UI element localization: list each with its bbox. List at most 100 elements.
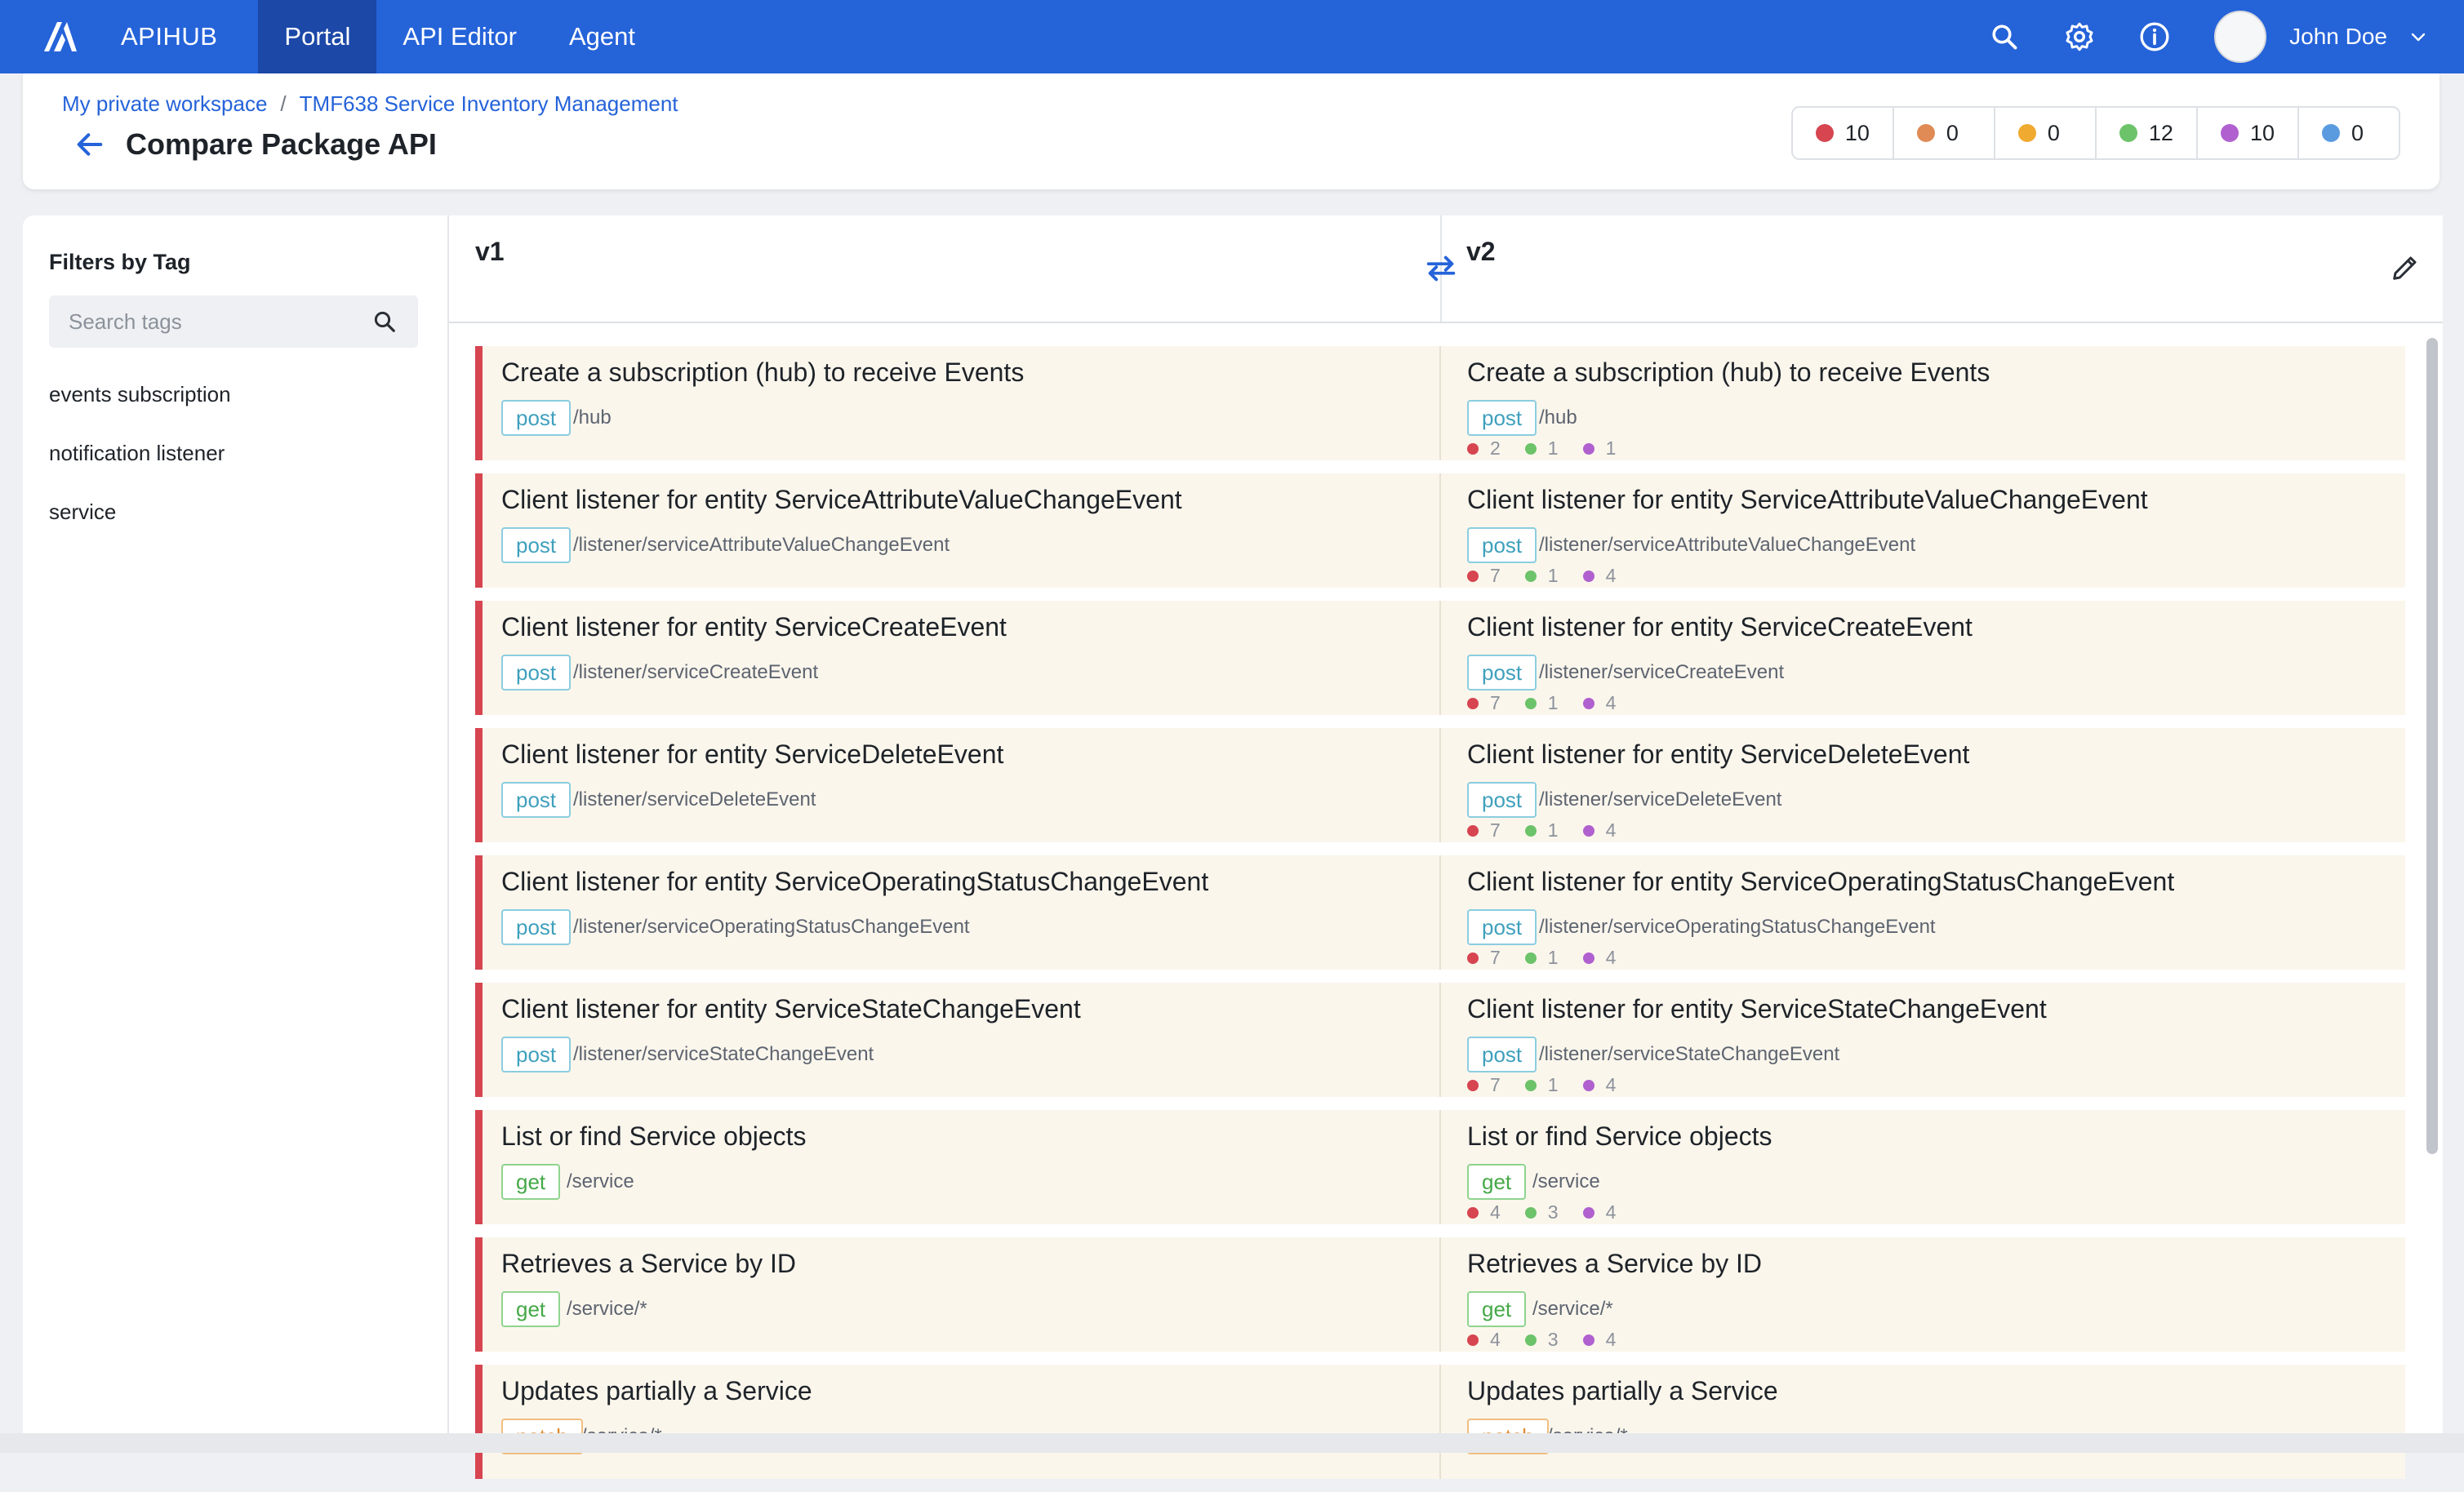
scrollbar-thumb[interactable] (2426, 338, 2438, 1154)
counter-non-breaking[interactable]: 12 (2097, 108, 2198, 158)
counter-annotation[interactable]: 10 (2198, 108, 2299, 158)
counter-value: 0 (1946, 120, 1959, 145)
brand-name[interactable]: APIHUB (121, 22, 217, 51)
settings-icon[interactable] (2061, 18, 2098, 56)
left-operation-cell[interactable]: List or find Service objects get /servic… (475, 1110, 1439, 1224)
stat-value: 4 (1490, 1329, 1501, 1350)
operation-path: /hub (573, 406, 612, 429)
right-operation-cell[interactable]: Create a subscription (hub) to receive E… (1439, 346, 2405, 460)
avatar[interactable] (2214, 11, 2267, 63)
operation-row[interactable]: List or find Service objects get /servic… (475, 1110, 2405, 1224)
page-header: My private workspace / TMF638 Service In… (23, 73, 2440, 189)
operation-path: /listener/serviceStateChangeEvent (573, 1043, 874, 1065)
stat-value: 4 (1605, 947, 1617, 968)
tag-filter-sidebar: Filters by Tag events subscription notif… (23, 215, 447, 1453)
stat-dot-icon (1467, 697, 1479, 709)
left-operation-cell[interactable]: Retrieves a Service by ID get /service/* (475, 1237, 1439, 1352)
left-version-label[interactable]: v1 (475, 237, 505, 267)
stat-value: 4 (1490, 1201, 1501, 1223)
method-badge: post (501, 655, 572, 690)
method-badge: post (501, 527, 572, 563)
right-operation-cell[interactable]: Client listener for entity ServiceStateC… (1439, 983, 2405, 1097)
counter-unclassified[interactable]: 0 (2299, 108, 2399, 158)
stat-dot-icon (1467, 1334, 1479, 1346)
breadcrumb-separator: / (280, 91, 287, 116)
operation-row[interactable]: Client listener for entity ServiceOperat… (475, 855, 2405, 970)
counter-semi-breaking[interactable]: 0 (1894, 108, 1995, 158)
operation-path: /listener/serviceStateChangeEvent (1539, 1043, 1840, 1065)
top-nav-bar: APIHUB Portal API Editor Agent John Doe (0, 0, 2464, 73)
method-badge: post (1467, 1037, 1537, 1072)
operation-row[interactable]: Client listener for entity ServiceStateC… (475, 983, 2405, 1097)
right-operation-cell[interactable]: Client listener for entity ServiceCreate… (1439, 601, 2405, 715)
counter-deprecated[interactable]: 0 (1995, 108, 2097, 158)
operation-title: Client listener for entity ServiceDelete… (1467, 739, 1970, 769)
page-title: Compare Package API (126, 127, 437, 161)
change-stats: 4 3 4 (1467, 1201, 1640, 1223)
stat-dot-icon (1467, 952, 1479, 964)
stat-dot-icon (1582, 1334, 1594, 1346)
change-stats: 7 1 4 (1467, 819, 1640, 841)
change-stats: 2 1 1 (1467, 437, 1640, 460)
right-operation-cell[interactable]: Client listener for entity ServiceAttrib… (1439, 473, 2405, 588)
tag-item[interactable]: service (49, 493, 231, 552)
right-operation-cell[interactable]: Updates partially a Service patch /servi… (1439, 1365, 2405, 1479)
left-operation-cell[interactable]: Client listener for entity ServiceCreate… (475, 601, 1439, 715)
tag-search-input[interactable] (67, 308, 364, 335)
right-operation-cell[interactable]: List or find Service objects get /servic… (1439, 1110, 2405, 1224)
stat-value: 4 (1605, 1201, 1617, 1223)
method-badge: post (1467, 527, 1537, 563)
edit-pencil-icon[interactable] (2389, 251, 2422, 284)
method-badge: post (1467, 782, 1537, 818)
operation-row[interactable]: Retrieves a Service by ID get /service/*… (475, 1237, 2405, 1352)
operation-title: Client listener for entity ServiceStateC… (501, 994, 1081, 1024)
stat-value: 2 (1490, 437, 1501, 459)
method-badge: post (501, 909, 572, 945)
operation-row[interactable]: Create a subscription (hub) to receive E… (475, 346, 2405, 460)
tag-item[interactable]: events subscription (49, 375, 231, 434)
left-operation-cell[interactable]: Client listener for entity ServiceAttrib… (475, 473, 1439, 588)
change-counters: 10 0 0 12 10 0 (1790, 106, 2400, 160)
change-stats: 7 1 4 (1467, 565, 1640, 587)
swap-versions-icon[interactable] (1422, 250, 1460, 287)
vertical-scrollbar[interactable] (2426, 322, 2438, 1170)
user-name[interactable]: John Doe (2289, 24, 2387, 50)
search-icon[interactable] (372, 307, 402, 336)
info-icon[interactable] (2136, 18, 2173, 56)
right-operation-cell[interactable]: Client listener for entity ServiceOperat… (1439, 855, 2405, 970)
left-operation-cell[interactable]: Client listener for entity ServiceStateC… (475, 983, 1439, 1097)
right-operation-cell[interactable]: Client listener for entity ServiceDelete… (1439, 728, 2405, 842)
breadcrumb-workspace-link[interactable]: My private workspace (62, 91, 267, 117)
operation-row[interactable]: Client listener for entity ServiceAttrib… (475, 473, 2405, 588)
operation-path: /listener/serviceAttributeValueChangeEve… (573, 534, 950, 556)
right-version-label[interactable]: v2 (1466, 237, 1496, 267)
left-operation-cell[interactable]: Client listener for entity ServiceDelete… (475, 728, 1439, 842)
method-badge: post (501, 400, 572, 436)
stat-dot-icon (1582, 1206, 1594, 1219)
tab-portal[interactable]: Portal (258, 0, 377, 73)
tab-agent[interactable]: Agent (543, 0, 661, 73)
stat-dot-icon (1524, 824, 1537, 837)
operation-row[interactable]: Client listener for entity ServiceCreate… (475, 601, 2405, 715)
chevron-down-icon[interactable] (2408, 27, 2428, 47)
left-operation-cell[interactable]: Create a subscription (hub) to receive E… (475, 346, 1439, 460)
apihub-logo-icon[interactable] (33, 16, 87, 57)
operation-row[interactable]: Updates partially a Service patch /servi… (475, 1365, 2405, 1479)
breadcrumb-package-link[interactable]: TMF638 Service Inventory Management (300, 91, 678, 117)
semi-breaking-dot-icon (1916, 124, 1935, 142)
tab-api-editor[interactable]: API Editor (376, 0, 543, 73)
stat-dot-icon (1467, 1079, 1479, 1091)
operation-row[interactable]: Client listener for entity ServiceDelete… (475, 728, 2405, 842)
search-icon[interactable] (1986, 18, 2023, 56)
method-badge: get (1467, 1164, 1527, 1200)
method-badge: post (1467, 655, 1537, 690)
right-operation-cell[interactable]: Retrieves a Service by ID get /service/*… (1439, 1237, 2405, 1352)
counter-breaking[interactable]: 10 (1793, 108, 1894, 158)
operation-path: /service (567, 1170, 634, 1192)
stat-dot-icon (1524, 442, 1537, 455)
counter-value: 0 (2047, 120, 2060, 145)
left-operation-cell[interactable]: Updates partially a Service patch /servi… (475, 1365, 1439, 1479)
back-arrow-icon[interactable] (73, 128, 106, 161)
tag-item[interactable]: notification listener (49, 434, 231, 493)
left-operation-cell[interactable]: Client listener for entity ServiceOperat… (475, 855, 1439, 970)
